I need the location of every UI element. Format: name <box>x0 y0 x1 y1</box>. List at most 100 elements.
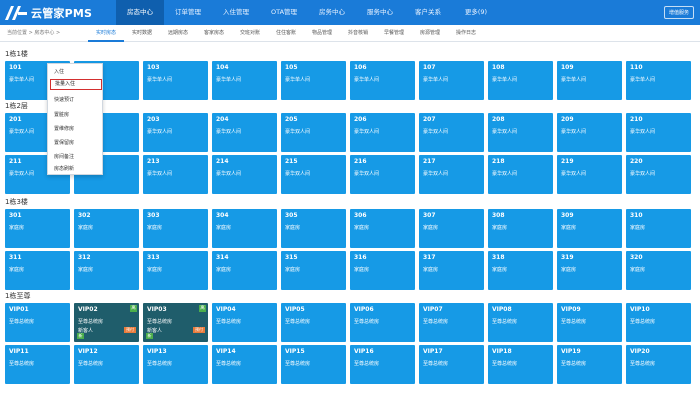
context-menu-item-5[interactable]: 置维修房 <box>54 125 74 132</box>
subtab-4[interactable]: 客家房态 <box>196 25 232 42</box>
room-card[interactable]: VIP19 至尊总统房 <box>557 345 622 384</box>
subtab-10[interactable]: 房源管理 <box>412 25 448 42</box>
nav-item-3[interactable]: 入住管理 <box>212 0 260 25</box>
room-card[interactable]: 311 家庭房 <box>5 251 70 290</box>
room-card[interactable]: 209 豪华双人间 <box>557 113 622 152</box>
room-card[interactable]: 220 豪华双人间 <box>626 155 691 194</box>
subtab-3[interactable]: 远期房态 <box>160 25 196 42</box>
nav-item-5[interactable]: 房务中心 <box>308 0 356 25</box>
room-type: 豪华双人间 <box>285 171 311 177</box>
context-menu-item-8[interactable]: 房态刷新 <box>54 165 74 172</box>
room-card[interactable]: 213 豪华双人间 <box>143 155 208 194</box>
context-menu-item-3[interactable]: 快速预订 <box>54 96 74 103</box>
room-card[interactable]: 317 家庭房 <box>419 251 484 290</box>
room-card[interactable]: 305 家庭房 <box>281 209 346 248</box>
sub-navigation-bar: 当前位置 > 房态中心 > 实时房态 实时数据 远期房态 客家房态 交班对账 住住客账 物品… <box>0 25 700 42</box>
subtab-6[interactable]: 住住客账 <box>268 25 304 42</box>
room-card[interactable]: VIP17 至尊总统房 <box>419 345 484 384</box>
room-card[interactable]: VIP15 至尊总统房 <box>281 345 346 384</box>
room-card[interactable]: VIP07 至尊总统房 <box>419 303 484 342</box>
app-logo[interactable]: 云管家PMS <box>5 3 115 22</box>
room-card[interactable]: 109 豪华单人间 <box>557 61 622 100</box>
room-card[interactable]: VIP03 至尊总统房 新客人离预付新 <box>143 303 208 342</box>
room-card[interactable]: VIP04 至尊总统房 <box>212 303 277 342</box>
room-card[interactable]: VIP06 至尊总统房 <box>350 303 415 342</box>
nav-item-2[interactable]: 订单管理 <box>164 0 212 25</box>
subtab-9[interactable]: 早餐管理 <box>376 25 412 42</box>
room-card[interactable]: 319 家庭房 <box>557 251 622 290</box>
context-menu-item-7[interactable]: 房间备注 <box>54 153 74 160</box>
room-card[interactable]: 208 豪华双人间 <box>488 113 553 152</box>
room-card[interactable]: 216 豪华双人间 <box>350 155 415 194</box>
value-added-services-button[interactable]: 增值服务 <box>663 6 694 19</box>
room-card[interactable]: 320 家庭房 <box>626 251 691 290</box>
context-menu-item-6[interactable]: 置保留房 <box>54 139 74 146</box>
room-card[interactable]: VIP01 至尊总统房 <box>5 303 70 342</box>
room-card[interactable]: VIP10 至尊总统房 <box>626 303 691 342</box>
room-card[interactable]: 110 豪华单人间 <box>626 61 691 100</box>
nav-item-6[interactable]: 服务中心 <box>356 0 404 25</box>
room-number: 218 <box>492 158 505 165</box>
room-card[interactable]: 203 豪华双人间 <box>143 113 208 152</box>
room-card[interactable]: 316 家庭房 <box>350 251 415 290</box>
nav-item-4[interactable]: OTA管理 <box>260 0 308 25</box>
main-nav: 房态中心 订单管理 入住管理 OTA管理 房务中心 服务中心 客户关系 更多(9) <box>116 0 500 25</box>
context-menu-item-4[interactable]: 置脏房 <box>54 111 69 118</box>
room-card[interactable]: 215 豪华双人间 <box>281 155 346 194</box>
room-card[interactable]: 204 豪华双人间 <box>212 113 277 152</box>
room-card[interactable]: VIP20 至尊总统房 <box>626 345 691 384</box>
room-card[interactable]: VIP08 至尊总统房 <box>488 303 553 342</box>
subtab-5[interactable]: 交班对账 <box>232 25 268 42</box>
room-card[interactable]: 219 豪华双人间 <box>557 155 622 194</box>
room-card[interactable]: 206 豪华双人间 <box>350 113 415 152</box>
room-card[interactable]: VIP13 至尊总统房 <box>143 345 208 384</box>
room-card[interactable]: 303 家庭房 <box>143 209 208 248</box>
subtab-11[interactable]: 操作日志 <box>448 25 484 42</box>
room-card[interactable]: 306 家庭房 <box>350 209 415 248</box>
room-card[interactable]: 108 豪华单人间 <box>488 61 553 100</box>
room-card[interactable]: 312 家庭房 <box>74 251 139 290</box>
room-card[interactable]: 304 家庭房 <box>212 209 277 248</box>
room-number: 210 <box>630 116 643 123</box>
room-card[interactable]: 207 豪华双人间 <box>419 113 484 152</box>
room-card[interactable]: 205 豪华双人间 <box>281 113 346 152</box>
room-card[interactable]: VIP18 至尊总统房 <box>488 345 553 384</box>
room-card[interactable]: 307 家庭房 <box>419 209 484 248</box>
cloud-steward-logo-icon <box>5 5 27 20</box>
room-card[interactable]: 310 家庭房 <box>626 209 691 248</box>
subtab-8[interactable]: 抖音核销 <box>340 25 376 42</box>
nav-item-8[interactable]: 更多(9) <box>452 0 500 25</box>
room-card[interactable]: 104 豪华单人间 <box>212 61 277 100</box>
room-card[interactable]: 302 家庭房 <box>74 209 139 248</box>
room-card[interactable]: 107 豪华单人间 <box>419 61 484 100</box>
room-card[interactable]: 218 豪华双人间 <box>488 155 553 194</box>
room-card[interactable]: 309 家庭房 <box>557 209 622 248</box>
room-card[interactable]: 318 家庭房 <box>488 251 553 290</box>
room-card[interactable]: 105 豪华单人间 <box>281 61 346 100</box>
nav-item-1[interactable]: 房态中心 <box>116 0 164 25</box>
room-card[interactable]: 103 豪华单人间 <box>143 61 208 100</box>
nav-item-7[interactable]: 客户关系 <box>404 0 452 25</box>
subtab-2[interactable]: 实时数据 <box>124 25 160 42</box>
context-menu-item-2[interactable]: 批量入住 <box>50 79 102 90</box>
room-card[interactable]: VIP12 至尊总统房 <box>74 345 139 384</box>
room-card[interactable]: VIP11 至尊总统房 <box>5 345 70 384</box>
room-card[interactable]: VIP02 至尊总统房 新客人离预付新 <box>74 303 139 342</box>
room-card[interactable]: VIP09 至尊总统房 <box>557 303 622 342</box>
room-card[interactable]: 308 家庭房 <box>488 209 553 248</box>
room-card[interactable]: VIP14 至尊总统房 <box>212 345 277 384</box>
room-type: 家庭房 <box>423 225 439 231</box>
room-card[interactable]: 217 豪华双人间 <box>419 155 484 194</box>
subtab-7[interactable]: 物品管理 <box>304 25 340 42</box>
room-card[interactable]: 301 家庭房 <box>5 209 70 248</box>
room-card[interactable]: 210 豪华双人间 <box>626 113 691 152</box>
room-card[interactable]: 313 家庭房 <box>143 251 208 290</box>
context-menu-item-1[interactable]: 入住 <box>54 68 64 75</box>
room-card[interactable]: VIP05 至尊总统房 <box>281 303 346 342</box>
subtab-1[interactable]: 实时房态 <box>88 25 124 42</box>
room-card[interactable]: VIP16 至尊总统房 <box>350 345 415 384</box>
room-card[interactable]: 315 家庭房 <box>281 251 346 290</box>
room-card[interactable]: 214 豪华双人间 <box>212 155 277 194</box>
room-card[interactable]: 314 家庭房 <box>212 251 277 290</box>
room-card[interactable]: 106 豪华单人间 <box>350 61 415 100</box>
